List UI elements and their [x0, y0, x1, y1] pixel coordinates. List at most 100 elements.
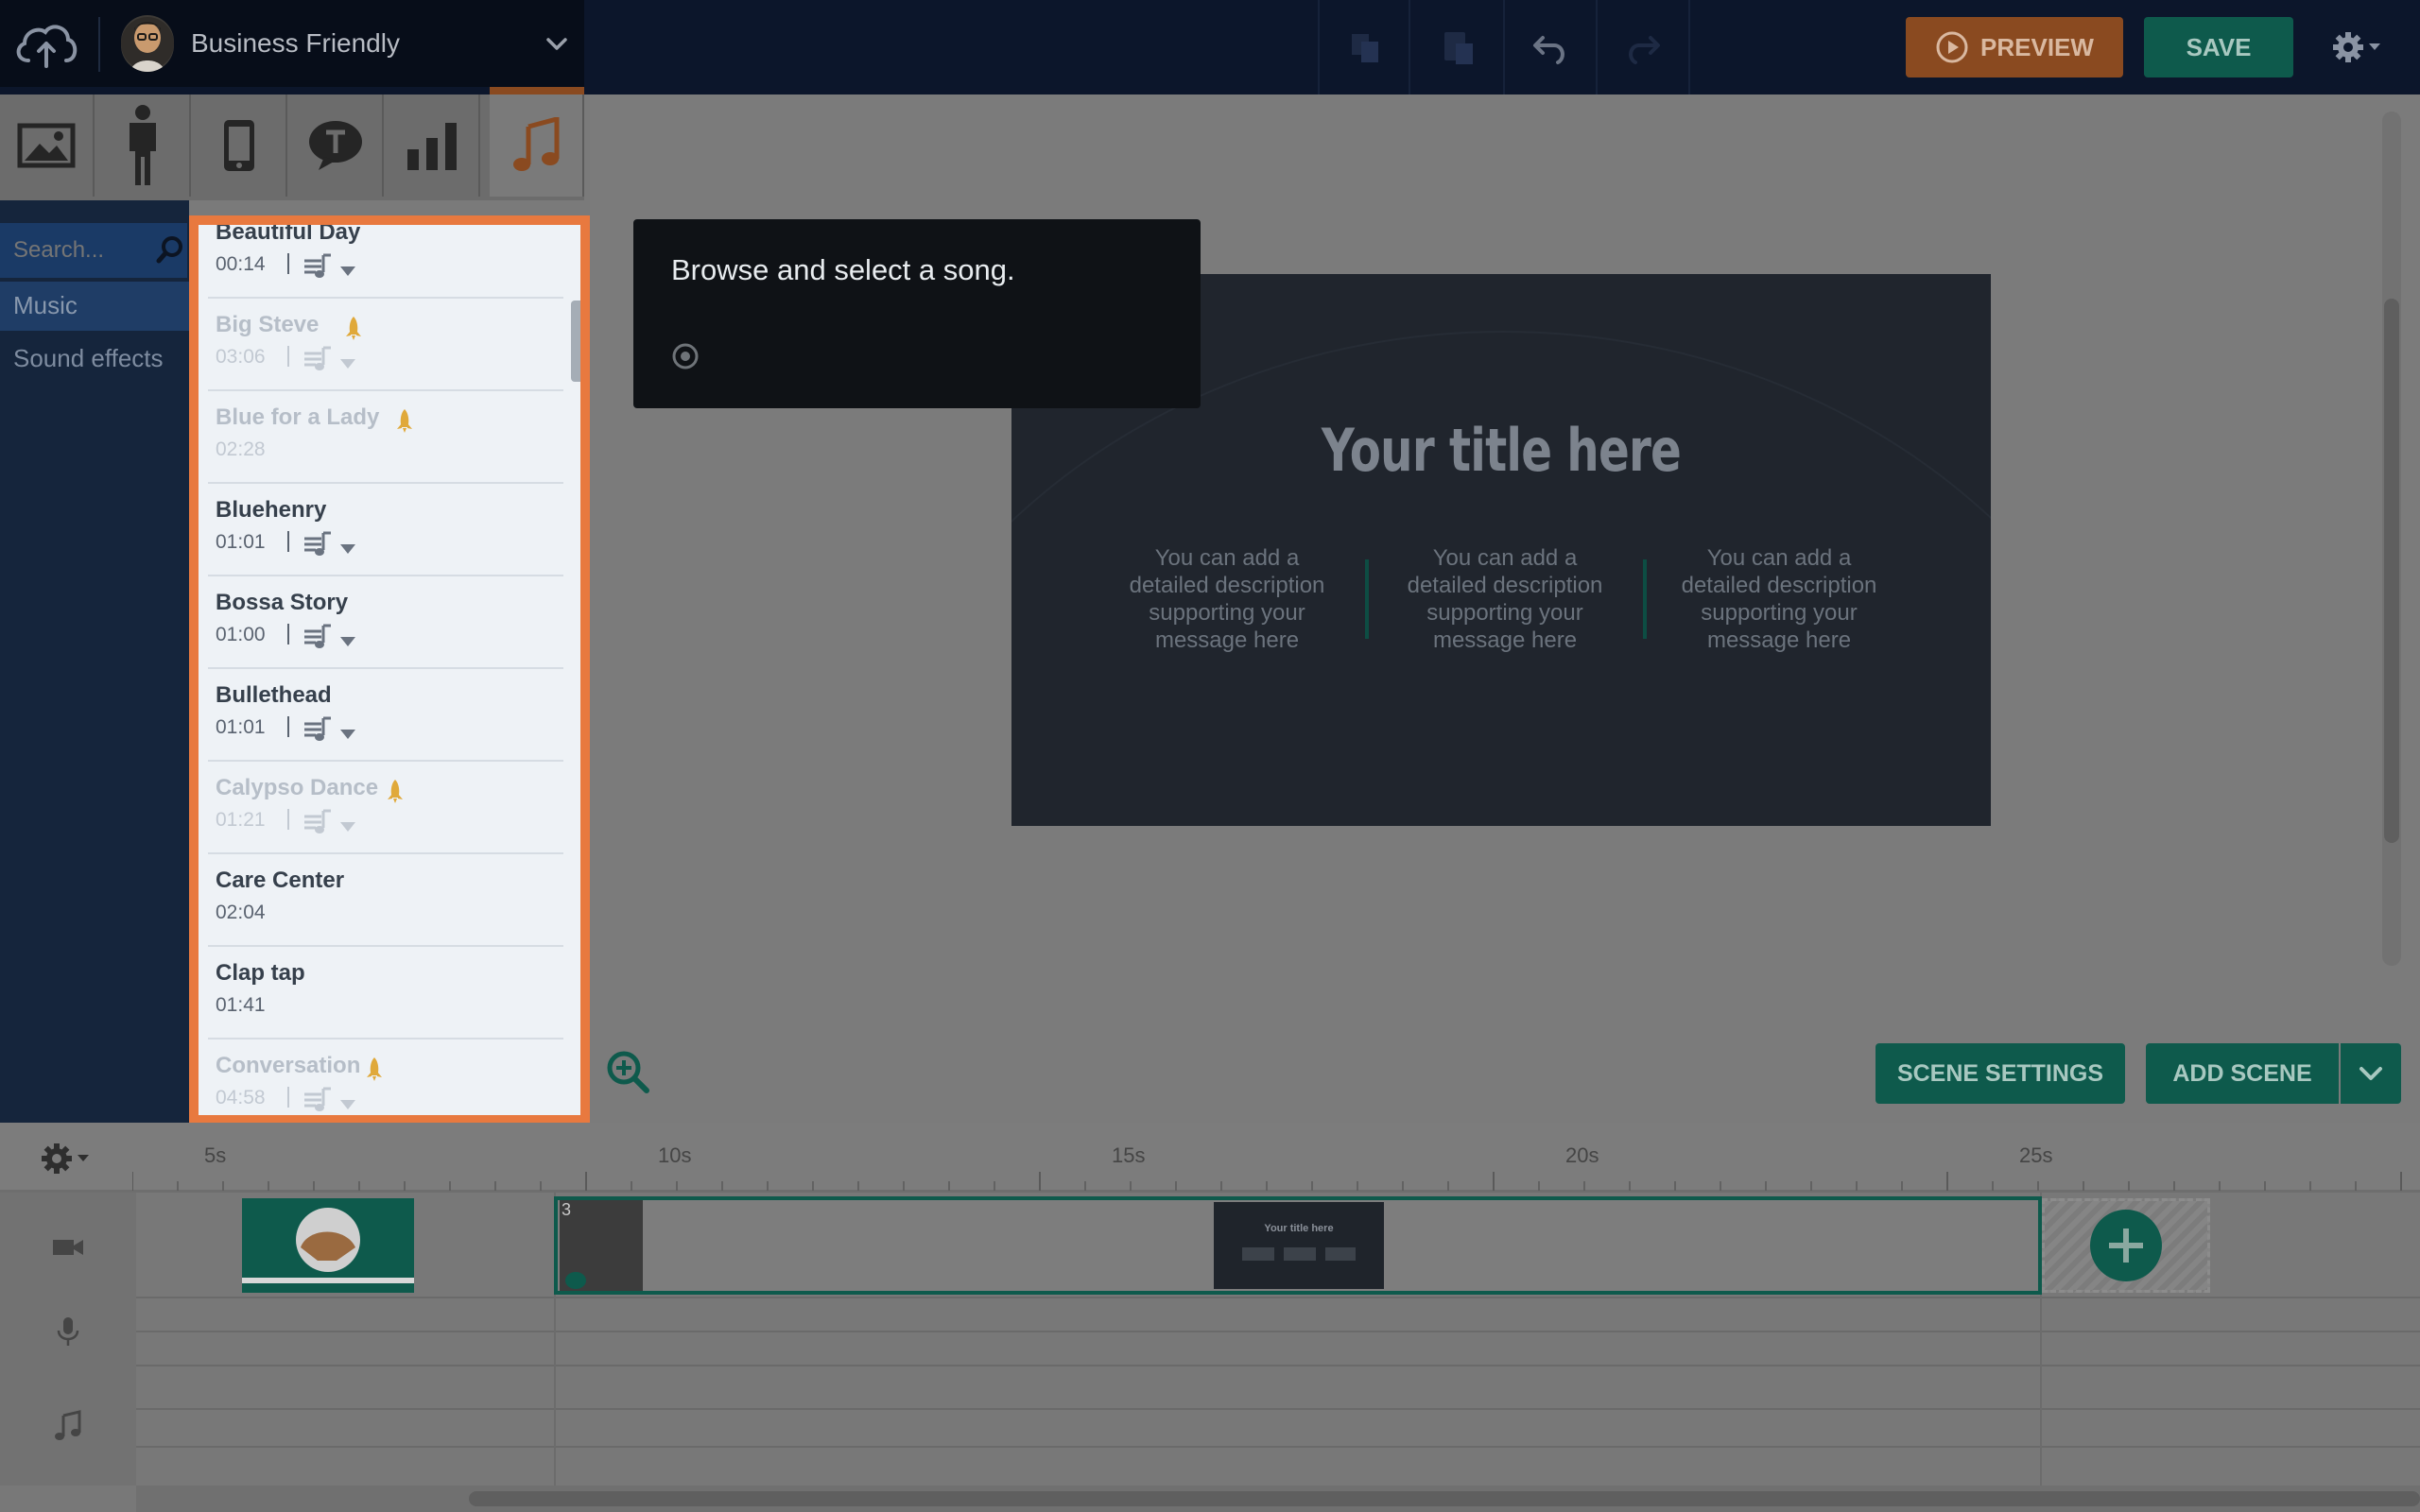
tick-label: 5s [204, 1143, 227, 1167]
tab-images[interactable] [0, 94, 95, 197]
copy-icon[interactable] [1342, 26, 1388, 68]
song-item[interactable]: Care Center 02:04 [208, 854, 563, 947]
toolbar-divider [1596, 0, 1598, 94]
clip-number: 3 [562, 1200, 572, 1219]
category-sound-effects[interactable]: Sound effects [0, 335, 189, 384]
category-music[interactable]: Music [0, 282, 189, 331]
tick-label: 25s [2019, 1143, 2053, 1167]
video-camera-icon [53, 1240, 83, 1255]
description-separator [1365, 559, 1369, 639]
timeline-gear-icon[interactable] [36, 1140, 98, 1177]
song-duration: 02:04 [216, 902, 266, 923]
song-divider [287, 531, 289, 552]
tick-label: 10s [658, 1143, 692, 1167]
preview-button[interactable]: PREVIEW [1906, 17, 2123, 77]
scene-description-1[interactable]: You can add a detailed description suppo… [1123, 544, 1331, 654]
track-divider [136, 1365, 2420, 1366]
song-item[interactable]: Conversation 04:58 [208, 1040, 563, 1115]
song-duration: 01:01 [216, 716, 266, 738]
save-button[interactable]: SAVE [2144, 17, 2293, 77]
song-duration: 01:41 [216, 994, 266, 1016]
toolbar-divider [1688, 0, 1690, 94]
redo-icon[interactable] [1620, 26, 1666, 68]
scene-title-text[interactable]: Your title here [1119, 416, 1883, 485]
song-divider [287, 1087, 289, 1108]
song-duration: 03:06 [216, 346, 266, 368]
tick-label: 20s [1565, 1143, 1599, 1167]
add-clip-button[interactable] [2090, 1210, 2162, 1281]
song-item[interactable]: Bullethead 01:01 [208, 669, 563, 762]
song-list-panel: Beautiful Day 00:14 Big Steve 03:06 Blue for… [189, 215, 590, 1125]
scene-settings-button[interactable]: SCENE SETTINGS [1876, 1043, 2125, 1104]
search-input[interactable] [0, 223, 151, 278]
song-list[interactable]: Beautiful Day 00:14 Big Steve 03:06 Blue for… [208, 225, 563, 1115]
phone-icon [224, 120, 254, 171]
music-note-icon [513, 117, 560, 171]
scene-description-3[interactable]: You can add a detailed description suppo… [1675, 544, 1883, 654]
song-title: Big Steve [216, 312, 320, 337]
add-to-timeline-icon[interactable] [302, 253, 361, 280]
song-item[interactable]: Clap tap 01:41 [208, 947, 563, 1040]
track-divider [136, 1331, 2420, 1332]
settings-gear-icon[interactable] [2327, 26, 2390, 68]
song-item[interactable]: Bluehenry 01:01 [208, 484, 563, 576]
scene-clip-1[interactable] [242, 1198, 414, 1293]
song-title: Calypso Dance [216, 775, 379, 800]
track-divider [136, 1297, 2420, 1298]
song-item[interactable]: Bossa Story 01:00 [208, 576, 563, 669]
scene-description-2[interactable]: You can add a detailed description suppo… [1401, 544, 1609, 654]
tooltip-step-dot-icon[interactable] [671, 342, 700, 370]
song-item[interactable]: Calypso Dance 01:21 [208, 762, 563, 854]
stage-scroll-thumb[interactable] [2384, 299, 2399, 843]
add-scene-button[interactable]: ADD SCENE [2146, 1043, 2339, 1104]
song-title: Bluehenry [216, 497, 327, 523]
clip-thumbnail[interactable]: Your title here [1214, 1202, 1384, 1289]
paste-icon[interactable] [1435, 26, 1480, 68]
add-to-timeline-icon[interactable] [302, 624, 361, 650]
undo-icon[interactable] [1528, 26, 1573, 68]
song-title: Clap tap [216, 960, 305, 986]
bar-chart-icon [407, 123, 457, 170]
character-icon [130, 105, 156, 185]
toolbar-divider [1503, 0, 1505, 94]
tab-devices[interactable] [193, 94, 287, 197]
add-clip-slot[interactable] [2042, 1198, 2210, 1293]
add-to-timeline-icon[interactable] [302, 809, 361, 835]
song-divider [287, 346, 289, 367]
zoom-in-icon[interactable] [605, 1049, 650, 1094]
song-duration: 01:21 [216, 809, 266, 831]
tab-text[interactable] [289, 94, 384, 197]
music-note-icon [55, 1410, 81, 1440]
timeline-scroll-thumb[interactable] [469, 1491, 2420, 1506]
add-to-timeline-icon[interactable] [302, 716, 361, 743]
tab-characters[interactable] [96, 94, 191, 197]
theme-avatar[interactable] [121, 15, 174, 72]
premium-rocket-icon [388, 780, 403, 803]
search-icon[interactable] [155, 234, 185, 265]
microphone-icon [57, 1317, 79, 1346]
song-item[interactable]: Blue for a Lady 02:28 [208, 391, 563, 484]
brand-divider [98, 17, 100, 72]
song-list-scroll-thumb[interactable] [571, 301, 580, 382]
add-to-timeline-icon[interactable] [302, 1087, 361, 1113]
clip-handle[interactable] [565, 1272, 586, 1289]
song-title: Beautiful Day [216, 225, 361, 245]
chevron-down-icon [2360, 1067, 2382, 1080]
song-duration: 02:28 [216, 438, 266, 460]
add-scene-dropdown[interactable] [2341, 1043, 2401, 1104]
tab-music[interactable] [490, 94, 584, 197]
toolbar-divider [1409, 0, 1410, 94]
add-to-timeline-icon[interactable] [302, 346, 361, 372]
song-item[interactable]: Big Steve 03:06 [208, 299, 563, 391]
plus-icon [2109, 1228, 2143, 1263]
tooltip-text: Browse and select a song. [671, 253, 1015, 286]
song-title: Bullethead [216, 682, 332, 708]
add-to-timeline-icon[interactable] [302, 531, 361, 558]
cloud-upload-icon[interactable] [13, 19, 79, 70]
song-item[interactable]: Beautiful Day 00:14 [208, 225, 563, 299]
tab-charts[interactable] [386, 94, 480, 197]
theme-name[interactable]: Business Friendly [191, 28, 400, 59]
chevron-down-icon[interactable] [543, 32, 571, 55]
preview-label: PREVIEW [1980, 32, 2094, 61]
tick-label: 15s [1112, 1143, 1146, 1167]
